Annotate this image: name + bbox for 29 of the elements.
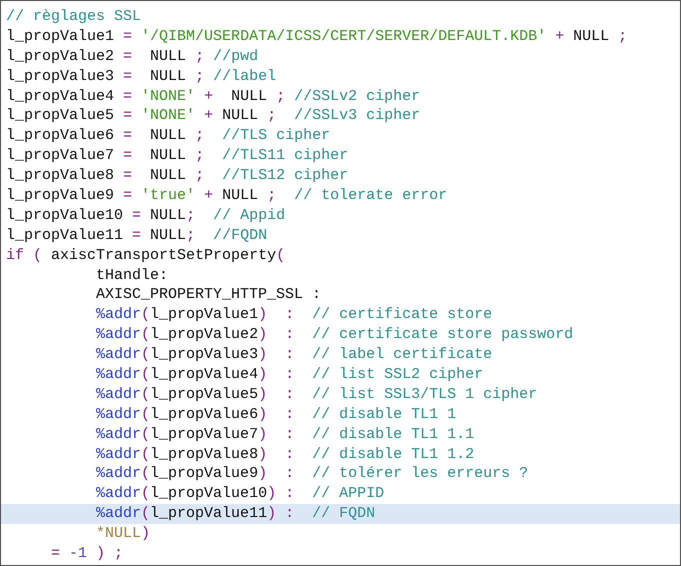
- code-line: %addr(l_propValue3) : // label certificate: [95, 345, 492, 366]
- code-line: %addr(l_propValue10) : // APPID: [95, 484, 384, 504]
- code-line: %addr(l_propValue4) : // list SSL2 cipher: [95, 365, 484, 385]
- code-line: l_propValue1 = '/QIBM/USERDATA/ICSS/CERT/SERVER/DEFAULT.KDB' + NULL ;: [6, 26, 628, 47]
- code-line: AXISC_PROPERTY_HTTP_SSL :: [95, 285, 322, 306]
- code-line: %addr(l_propValue8) : // disable TL1 1.2: [95, 444, 474, 464]
- code-line: l_propValue10 = NULL; // Appid: [6, 206, 286, 226]
- code-line: l_propValue11 = NULL; //FQDN: [6, 226, 268, 246]
- code-line: %addr(l_propValue2) : // certificate store password: [95, 325, 574, 346]
- code-line: // règlages SSL: [6, 7, 142, 27]
- code-line: %addr(l_propValue11) : // FQDN: [95, 504, 376, 524]
- code-line: tHandle:: [95, 266, 168, 286]
- code-line: if ( axiscTransportSetProperty(: [6, 246, 286, 266]
- code-line: l_propValue5 = 'NONE' + NULL ; //SSLv3 cipher: [6, 106, 420, 126]
- code-line: l_propValue3 = NULL ; //label: [6, 66, 276, 87]
- code-line: l_propValue9 = 'true' + NULL ; // tolerate error: [6, 186, 448, 206]
- code-line: l_propValue8 = NULL ; //TLS12 cipher: [6, 166, 348, 186]
- code-line: %addr(l_propValue9) : // tolérer les erreurs ?: [95, 464, 528, 484]
- code-line: *NULL): [95, 524, 150, 544]
- code-line: l_propValue2 = NULL ; //pwd: [6, 46, 258, 67]
- code-line: l_propValue6 = NULL ; //TLS cipher: [6, 126, 330, 146]
- code-line: %addr(l_propValue6) : // disable TL1 1: [95, 404, 456, 425]
- code-line: %addr(l_propValue7) : // disable TL1 1.1: [95, 424, 474, 445]
- code-line: %addr(l_propValue1) : // certificate store: [95, 305, 492, 326]
- code-editor[interactable]: [0, 0, 681, 566]
- code-line: l_propValue7 = NULL ; //TLS11 cipher: [6, 146, 348, 166]
- code-line: %addr(l_propValue5) : // list SSL3/TLS 1 cipher: [95, 384, 538, 405]
- code-line: = -1 ) ;: [50, 544, 124, 564]
- code-line: l_propValue4 = 'NONE' + NULL ; //SSLv2 cipher: [6, 86, 420, 106]
